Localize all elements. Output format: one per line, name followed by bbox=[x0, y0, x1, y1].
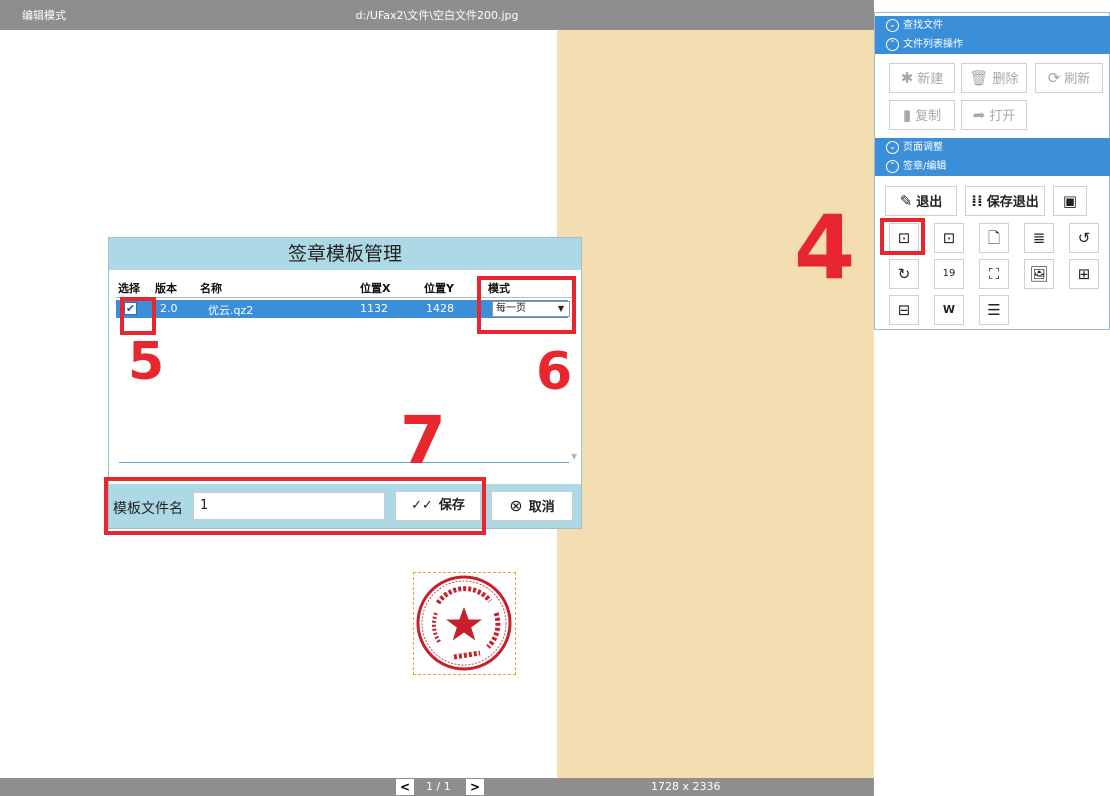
image-icon: 🖼 bbox=[1029, 265, 1049, 283]
section-page-adjust[interactable]: ⌄ 页面调整 bbox=[875, 138, 1110, 157]
column-header-pos-x[interactable]: 位置X bbox=[360, 280, 390, 296]
folder-open-icon: ➦ bbox=[972, 106, 986, 124]
word-button[interactable]: W bbox=[934, 295, 964, 325]
annotation-box-5 bbox=[120, 297, 156, 335]
crop-icon: ⛶ bbox=[988, 265, 1000, 283]
section-file-list-ops-label: 文件列表操作 bbox=[903, 39, 963, 50]
copy-button-label: 复制 bbox=[915, 109, 942, 124]
canvas-background bbox=[557, 30, 874, 778]
column-header-pos-y[interactable]: 位置Y bbox=[424, 280, 454, 296]
image-size: 1728 x 2336 bbox=[651, 780, 721, 793]
column-header-name[interactable]: 名称 bbox=[200, 280, 222, 296]
cell-pos-x: 1132 bbox=[360, 302, 388, 315]
file-path: d:/UFax2\文件\空白文件200.jpg bbox=[355, 9, 519, 22]
copy-button[interactable]: ▮ 复制 bbox=[889, 100, 955, 130]
delete-button[interactable]: 🗑 删除 bbox=[961, 63, 1027, 93]
cancel-circle-icon: ⊗ bbox=[509, 496, 523, 515]
status-bar: < 1 / 1 > 1728 x 2336 bbox=[0, 778, 874, 796]
chevron-down-icon: ⌄ bbox=[886, 19, 899, 32]
section-find-file[interactable]: ⌄ 查找文件 bbox=[875, 16, 1110, 35]
column-header-select[interactable]: 选择 bbox=[118, 280, 140, 296]
new-button[interactable]: ✱ 新建 bbox=[889, 63, 955, 93]
title-bar: 编辑模式 d:/UFax2\文件\空白文件200.jpg bbox=[0, 0, 874, 30]
next-page-button[interactable]: > bbox=[466, 779, 484, 795]
tool-panel: ⌄ 查找文件 ⌃ 文件列表操作 ✱ 新建 🗑 删除 ⟳ 刷新 ▮ 复制 ➦ 打开 ⌄ 页面… bbox=[874, 12, 1110, 330]
zoom-out-button[interactable]: ⊟ bbox=[889, 295, 919, 325]
dialog-title: 签章模板管理 bbox=[109, 238, 581, 270]
open-button[interactable]: ➦ 打开 bbox=[961, 100, 1027, 130]
rotate-cw-icon: ↻ bbox=[897, 265, 911, 283]
zoom-in-button[interactable]: ⊞ bbox=[1069, 259, 1099, 289]
annotation-number-5: 5 bbox=[128, 332, 165, 392]
page-button[interactable]: 🗋 bbox=[979, 223, 1009, 253]
rotate-ccw-icon: ↺ bbox=[1077, 229, 1091, 247]
save-exit-button[interactable]: ⁞⁞ 保存退出 bbox=[965, 186, 1045, 216]
menu-button[interactable]: ☰ bbox=[979, 295, 1009, 325]
word-icon: W bbox=[942, 303, 956, 316]
section-file-list-ops[interactable]: ⌃ 文件列表操作 bbox=[875, 35, 1110, 54]
date-button[interactable]: 19 bbox=[934, 259, 964, 289]
refresh-icon: ⟳ bbox=[1047, 69, 1061, 87]
trash-icon: 🗑 bbox=[969, 69, 989, 87]
save-exit-button-label: 保存退出 bbox=[986, 195, 1039, 210]
rotate-left-button[interactable]: ↺ bbox=[1069, 223, 1099, 253]
annotation-box-6 bbox=[477, 276, 576, 334]
section-find-file-label: 查找文件 bbox=[903, 20, 943, 31]
menu-icon: ☰ bbox=[987, 301, 1001, 319]
plus-box-icon: ⊞ bbox=[1077, 265, 1091, 283]
calendar-icon: 19 bbox=[942, 268, 956, 279]
section-sign-edit[interactable]: ⌃ 签章/编辑 bbox=[875, 157, 1110, 176]
save-icon-button[interactable]: ▣ bbox=[1053, 186, 1087, 216]
chevron-up-icon: ⌃ bbox=[886, 160, 899, 173]
refresh-button[interactable]: ⟳ 刷新 bbox=[1035, 63, 1103, 93]
chevron-up-icon: ⌃ bbox=[886, 38, 899, 51]
cell-pos-y: 1428 bbox=[426, 302, 454, 315]
cell-version: 2.0 bbox=[160, 302, 178, 315]
cancel-button-label: 取消 bbox=[528, 500, 555, 515]
prev-page-button[interactable]: < bbox=[396, 779, 414, 795]
scroll-down-icon[interactable]: ▼ bbox=[571, 452, 577, 461]
delete-button-label: 删除 bbox=[992, 72, 1019, 87]
compress-icon: ⁞⁞ bbox=[971, 192, 983, 210]
pencil-icon: ✎ bbox=[899, 192, 913, 210]
new-button-label: 新建 bbox=[917, 72, 944, 87]
stack-icon: ≣ bbox=[1032, 229, 1046, 247]
asterisk-icon: ✱ bbox=[900, 69, 914, 87]
refresh-button-label: 刷新 bbox=[1064, 72, 1091, 87]
rotate-right-button[interactable]: ↻ bbox=[889, 259, 919, 289]
annotation-number-7: 7 bbox=[400, 402, 446, 479]
bookmark-star-icon: ⊡ bbox=[942, 229, 956, 247]
annotation-box-4 bbox=[880, 218, 925, 255]
crop-button[interactable]: ⛶ bbox=[979, 259, 1009, 289]
image-button[interactable]: 🖼 bbox=[1024, 259, 1054, 289]
section-sign-edit-label: 签章/编辑 bbox=[903, 161, 947, 172]
stamp-selection-box[interactable] bbox=[413, 572, 516, 675]
table-bottom-border bbox=[119, 462, 569, 463]
minus-box-icon: ⊟ bbox=[897, 301, 911, 319]
annotation-number-4: 4 bbox=[794, 196, 856, 299]
exit-button[interactable]: ✎ 退出 bbox=[885, 186, 957, 216]
cell-name: 优云.qz2 bbox=[208, 304, 254, 317]
cancel-button[interactable]: ⊗ 取消 bbox=[491, 491, 573, 521]
multi-stamp-button[interactable]: ≣ bbox=[1024, 223, 1054, 253]
column-header-version[interactable]: 版本 bbox=[155, 280, 177, 296]
open-button-label: 打开 bbox=[989, 109, 1016, 124]
clipboard-icon: ▮ bbox=[902, 106, 912, 124]
chevron-down-icon: ⌄ bbox=[886, 141, 899, 154]
page-indicator: 1 / 1 bbox=[426, 780, 451, 793]
stamp-star-button[interactable]: ⊡ bbox=[934, 223, 964, 253]
section-page-adjust-label: 页面调整 bbox=[903, 142, 943, 153]
page-icon: 🗋 bbox=[987, 229, 1001, 247]
annotation-number-6: 6 bbox=[536, 342, 573, 402]
floppy-icon: ▣ bbox=[1062, 192, 1078, 210]
exit-button-label: 退出 bbox=[916, 195, 943, 210]
annotation-box-7 bbox=[104, 477, 486, 535]
official-stamp-image bbox=[416, 575, 512, 671]
